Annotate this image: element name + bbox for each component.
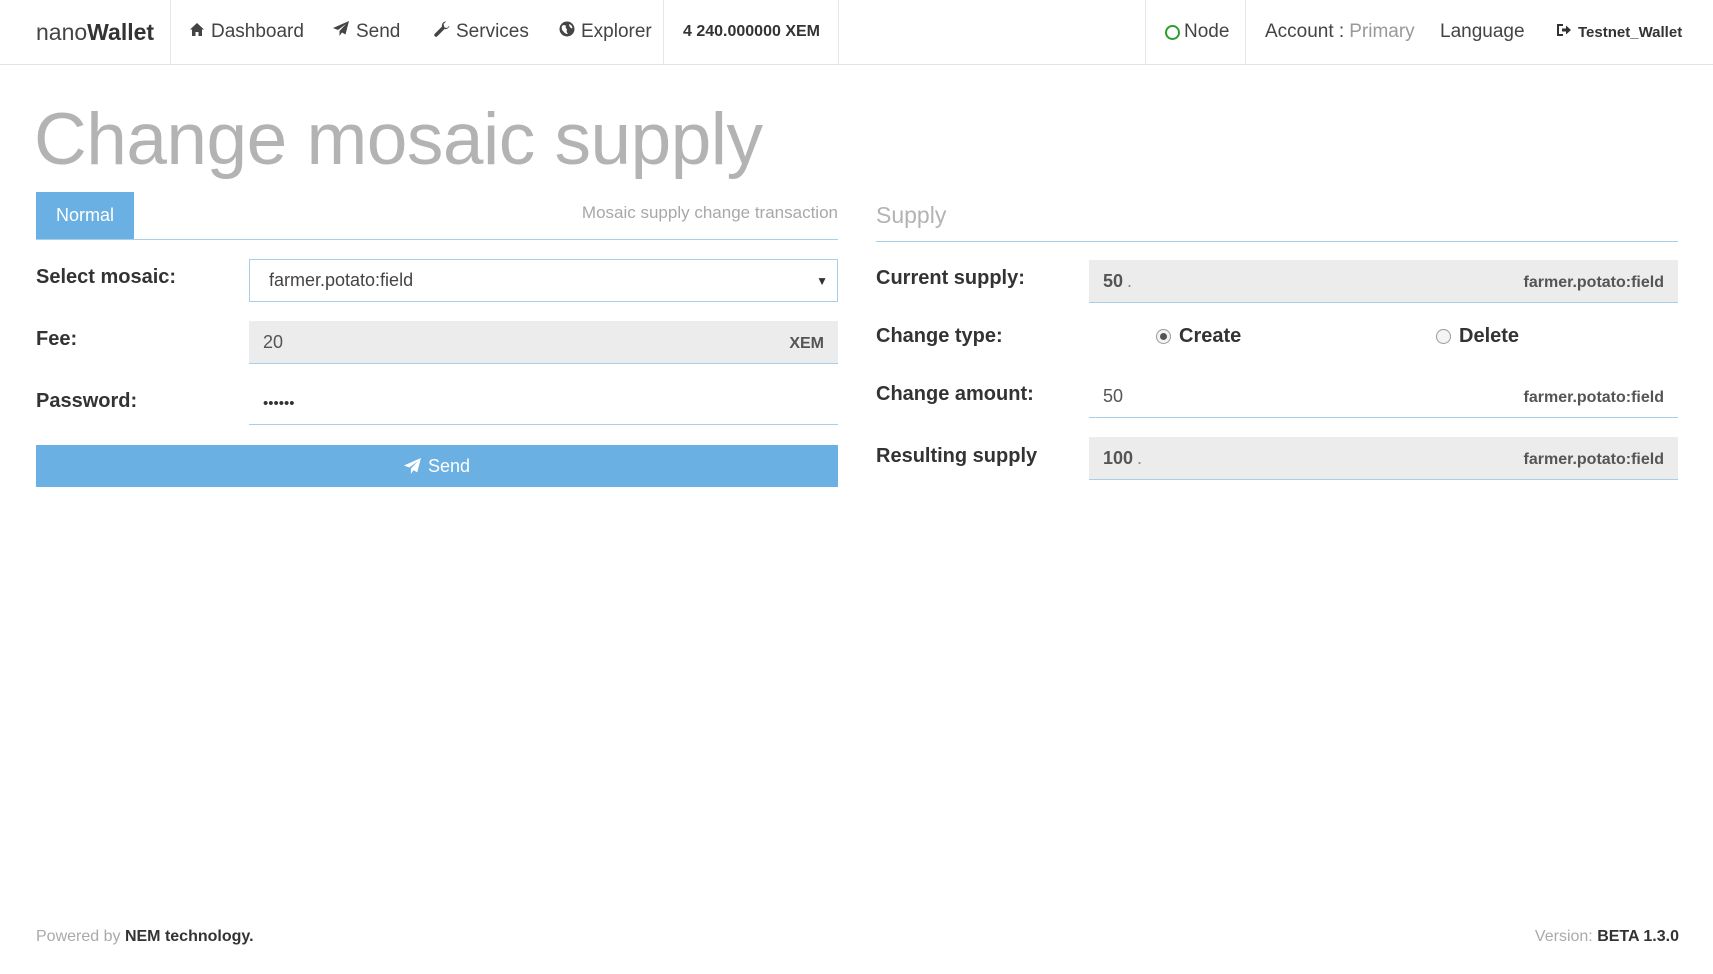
powered-prefix: Powered by bbox=[36, 928, 121, 945]
nav-language[interactable]: Language bbox=[1440, 0, 1525, 64]
change-amount-unit: farmer.potato:field bbox=[1523, 389, 1664, 406]
change-type-label: Change type: bbox=[876, 325, 1003, 347]
select-mosaic-label: Select mosaic: bbox=[36, 266, 177, 288]
current-supply-value: 50 bbox=[1103, 270, 1124, 291]
account-label: Account : bbox=[1265, 21, 1345, 42]
current-supply-field: 50. farmer.potato:field bbox=[1089, 260, 1678, 303]
nav-send[interactable]: Send bbox=[333, 0, 400, 64]
radio-delete[interactable]: Delete bbox=[1436, 325, 1519, 348]
radio-delete-label: Delete bbox=[1459, 325, 1520, 347]
nav-wallet-logout[interactable]: Testnet_Wallet bbox=[1556, 0, 1682, 64]
nav-node-label: Node bbox=[1184, 21, 1230, 42]
resulting-supply-unit: farmer.potato:field bbox=[1523, 451, 1664, 468]
fee-field: 20 XEM bbox=[249, 321, 838, 364]
send-button[interactable]: Send bbox=[36, 445, 838, 487]
password-value: •••••• bbox=[263, 394, 295, 412]
paper-plane-icon bbox=[403, 457, 421, 474]
top-navbar: nano Wallet Dashboard Send Services Explo… bbox=[0, 0, 1713, 65]
nav-divider bbox=[663, 0, 664, 64]
fee-label: Fee: bbox=[36, 328, 78, 350]
nav-language-label: Language bbox=[1440, 21, 1525, 42]
tab-divider bbox=[36, 239, 838, 240]
nav-send-label: Send bbox=[356, 21, 401, 42]
version-value: BETA 1.3.0 bbox=[1597, 928, 1679, 945]
account-value: Primary bbox=[1349, 21, 1415, 42]
decimal-separator: . bbox=[1127, 270, 1133, 291]
nav-explorer-label: Explorer bbox=[581, 21, 652, 42]
balance-display: 4 240.000000 XEM bbox=[683, 23, 820, 40]
nav-node[interactable]: Node bbox=[1165, 0, 1229, 64]
supply-divider bbox=[876, 241, 1678, 242]
mosaic-select-value: farmer.potato:field bbox=[269, 270, 414, 290]
radio-create-label: Create bbox=[1179, 325, 1242, 347]
tab-normal[interactable]: Normal bbox=[36, 192, 134, 239]
nav-services-label: Services bbox=[456, 21, 529, 42]
nav-dashboard[interactable]: Dashboard bbox=[189, 0, 304, 64]
change-amount-input[interactable]: 50 farmer.potato:field bbox=[1089, 375, 1678, 418]
fee-unit: XEM bbox=[789, 335, 824, 352]
node-status-icon bbox=[1165, 24, 1180, 40]
brand-light-text: nano bbox=[36, 18, 88, 45]
nav-account[interactable]: Account : Primary bbox=[1265, 0, 1415, 64]
wallet-name: Testnet_Wallet bbox=[1578, 23, 1683, 41]
change-amount-value: 50 bbox=[1103, 385, 1124, 406]
tab-caption: Mosaic supply change transaction bbox=[581, 203, 838, 222]
footer-powered-by: Powered by NEM technology. bbox=[36, 928, 254, 946]
supply-heading: Supply bbox=[876, 202, 947, 228]
nav-dashboard-label: Dashboard bbox=[211, 21, 304, 42]
nav-divider bbox=[1145, 0, 1146, 64]
version-prefix: Version: bbox=[1534, 928, 1593, 945]
resulting-supply-label: Resulting supply bbox=[876, 445, 1038, 467]
powered-link[interactable]: NEM technology. bbox=[125, 928, 254, 945]
sign-out-icon bbox=[1556, 23, 1572, 41]
chevron-down-icon: ▼ bbox=[816, 274, 828, 288]
nav-services[interactable]: Services bbox=[434, 0, 529, 64]
mosaic-select[interactable]: farmer.potato:field ▼ bbox=[249, 259, 838, 302]
nav-divider bbox=[170, 0, 171, 64]
password-field[interactable]: •••••• bbox=[249, 382, 838, 425]
decimal-separator: . bbox=[1137, 447, 1143, 468]
password-label: Password: bbox=[36, 390, 138, 412]
current-supply-unit: farmer.potato:field bbox=[1523, 274, 1664, 291]
nav-explorer[interactable]: Explorer bbox=[559, 0, 652, 64]
wrench-icon bbox=[434, 21, 450, 43]
radio-create-indicator bbox=[1156, 329, 1171, 344]
footer-version: Version: BETA 1.3.0 bbox=[1535, 928, 1679, 946]
radio-delete-indicator bbox=[1436, 329, 1451, 344]
nav-divider bbox=[838, 0, 839, 64]
resulting-supply-field: 100. farmer.potato:field bbox=[1089, 437, 1678, 480]
resulting-supply-value: 100 bbox=[1103, 447, 1134, 468]
home-icon bbox=[189, 21, 205, 43]
current-supply-label: Current supply: bbox=[876, 267, 1025, 289]
brand-logo[interactable]: nano Wallet bbox=[36, 0, 154, 64]
paper-plane-icon bbox=[333, 21, 350, 43]
brand-bold-text: Wallet bbox=[87, 18, 155, 45]
page-title: Change mosaic supply bbox=[34, 99, 763, 180]
nav-divider bbox=[1245, 0, 1246, 64]
globe-icon bbox=[559, 21, 575, 43]
change-amount-label: Change amount: bbox=[876, 383, 1034, 405]
send-button-label: Send bbox=[427, 455, 471, 476]
fee-value: 20 bbox=[263, 331, 284, 352]
radio-create[interactable]: Create bbox=[1156, 325, 1241, 348]
